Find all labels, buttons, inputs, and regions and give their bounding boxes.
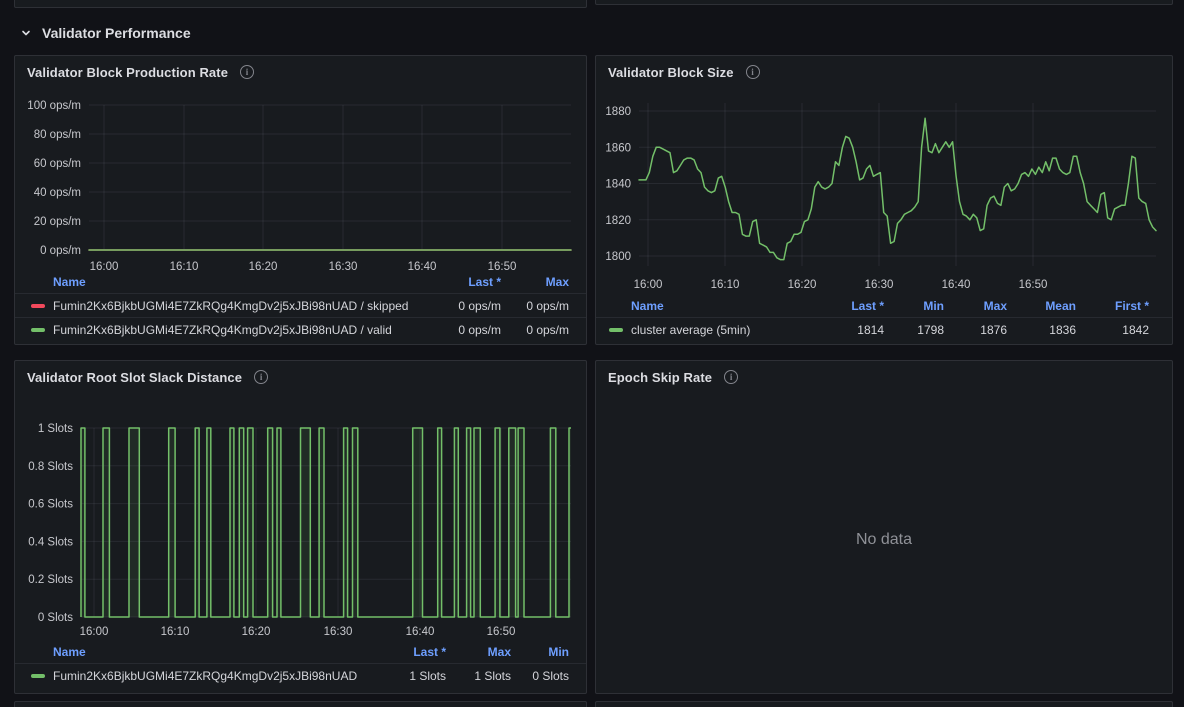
panel-header[interactable]: Epoch Skip Rate i — [596, 361, 1172, 393]
svg-text:16:40: 16:40 — [406, 626, 435, 638]
panel-block-size: Validator Block Size i 18801860184018201… — [595, 55, 1173, 345]
svg-text:16:50: 16:50 — [1019, 279, 1048, 291]
svg-text:0.6 Slots: 0.6 Slots — [28, 499, 73, 511]
svg-text:16:10: 16:10 — [161, 626, 190, 638]
series-name[interactable]: Fumin2Kx6BjkbUGMi4E7ZkRQg4KmgDv2j5xJBi98… — [31, 669, 381, 683]
series-swatch-green — [31, 674, 45, 678]
svg-text:0.8 Slots: 0.8 Slots — [28, 461, 73, 473]
svg-text:1820: 1820 — [605, 215, 631, 227]
partial-panel-top-right — [595, 0, 1173, 5]
series-last: 1814 — [824, 323, 884, 337]
row-title: Validator Performance — [42, 25, 191, 41]
svg-text:16:10: 16:10 — [711, 279, 740, 291]
legend-header-first[interactable]: First * — [1076, 299, 1149, 313]
legend-row: Fumin2Kx6BjkbUGMi4E7ZkRQg4KmgDv2j5xJBi98… — [15, 293, 586, 317]
svg-text:0 ops/m: 0 ops/m — [40, 245, 81, 257]
info-icon[interactable]: i — [254, 370, 268, 384]
legend-header-min[interactable]: Min — [884, 299, 944, 313]
row-header-validator-performance[interactable]: Validator Performance — [20, 22, 191, 44]
svg-text:40 ops/m: 40 ops/m — [34, 187, 81, 199]
panel-header[interactable]: Validator Root Slot Slack Distance i — [15, 361, 586, 393]
legend: Name Last * Max Fumin2Kx6BjkbUGMi4E7ZkRQ… — [15, 271, 586, 341]
series-swatch-green — [31, 328, 45, 332]
legend-header-last[interactable]: Last * — [824, 299, 884, 313]
series-mean: 1836 — [1007, 323, 1076, 337]
legend-header-name[interactable]: Name — [31, 275, 433, 289]
legend-header-mean[interactable]: Mean — [1007, 299, 1076, 313]
svg-text:1840: 1840 — [605, 179, 631, 191]
svg-text:16:30: 16:30 — [324, 626, 353, 638]
svg-text:100 ops/m: 100 ops/m — [27, 100, 81, 112]
legend-header-name[interactable]: Name — [609, 299, 824, 313]
panel-epoch-skip-rate: Epoch Skip Rate i No data — [595, 360, 1173, 694]
series-name[interactable]: Fumin2Kx6BjkbUGMi4E7ZkRQg4KmgDv2j5xJBi98… — [31, 323, 433, 337]
svg-text:0 Slots: 0 Slots — [38, 612, 73, 624]
panel-block-production-rate: Validator Block Production Rate i 100 op… — [14, 55, 587, 345]
svg-text:1860: 1860 — [605, 142, 631, 154]
legend-header-max[interactable]: Max — [501, 275, 569, 289]
svg-text:20 ops/m: 20 ops/m — [34, 216, 81, 228]
series-max: 0 ops/m — [501, 323, 569, 337]
panel-title: Epoch Skip Rate — [608, 370, 712, 385]
legend-header-min[interactable]: Min — [511, 645, 569, 659]
svg-text:16:00: 16:00 — [634, 279, 663, 291]
svg-text:60 ops/m: 60 ops/m — [34, 158, 81, 170]
legend-row: Fumin2Kx6BjkbUGMi4E7ZkRQg4KmgDv2j5xJBi98… — [15, 317, 586, 341]
block-size-chart[interactable]: 1880 1860 1840 1820 1800 16:00 16:10 16:20 16:30… — [596, 56, 1174, 298]
svg-text:16:20: 16:20 — [788, 279, 817, 291]
panel-header[interactable]: Validator Block Size i — [596, 56, 1172, 88]
series-last: 0 ops/m — [433, 323, 501, 337]
svg-text:16:20: 16:20 — [242, 626, 271, 638]
svg-text:16:00: 16:00 — [80, 626, 109, 638]
partial-panel-bottom-left — [14, 701, 587, 707]
series-last: 0 ops/m — [433, 299, 501, 313]
panel-title: Validator Root Slot Slack Distance — [27, 370, 242, 385]
panel-title: Validator Block Production Rate — [27, 65, 228, 80]
svg-text:80 ops/m: 80 ops/m — [34, 129, 81, 141]
info-icon[interactable]: i — [724, 370, 738, 384]
legend-row: cluster average (5min) 1814 1798 1876 18… — [596, 317, 1172, 341]
slack-distance-chart[interactable]: 1 Slots 0.8 Slots 0.6 Slots 0.4 Slots 0.2 Sl… — [15, 361, 588, 643]
series-max: 1 Slots — [446, 669, 511, 683]
legend: Name Last * Min Max Mean First * cluster… — [596, 295, 1172, 341]
info-icon[interactable]: i — [746, 65, 760, 79]
legend-header-max[interactable]: Max — [944, 299, 1007, 313]
series-first: 1842 — [1076, 323, 1149, 337]
series-last: 1 Slots — [381, 669, 446, 683]
svg-text:16:30: 16:30 — [865, 279, 894, 291]
svg-text:1880: 1880 — [605, 106, 631, 118]
series-min: 0 Slots — [511, 669, 569, 683]
series-name[interactable]: cluster average (5min) — [609, 323, 824, 337]
info-icon[interactable]: i — [240, 65, 254, 79]
partial-panel-top-left — [14, 0, 587, 8]
block-production-chart[interactable]: 100 ops/m 80 ops/m 60 ops/m 40 ops/m 20 ops/… — [15, 56, 588, 286]
series-min: 1798 — [884, 323, 944, 337]
legend-header-last[interactable]: Last * — [433, 275, 501, 289]
svg-text:0.4 Slots: 0.4 Slots — [28, 536, 73, 548]
svg-text:16:50: 16:50 — [487, 626, 516, 638]
legend: Name Last * Max Min Fumin2Kx6BjkbUGMi4E7… — [15, 641, 586, 687]
series-max: 0 ops/m — [501, 299, 569, 313]
svg-text:0.2 Slots: 0.2 Slots — [28, 574, 73, 586]
series-swatch-green — [609, 328, 623, 332]
svg-text:1 Slots: 1 Slots — [38, 423, 73, 435]
panel-slack-distance: Validator Root Slot Slack Distance i 1 S… — [14, 360, 587, 694]
legend-row: Fumin2Kx6BjkbUGMi4E7ZkRQg4KmgDv2j5xJBi98… — [15, 663, 586, 687]
series-name[interactable]: Fumin2Kx6BjkbUGMi4E7ZkRQg4KmgDv2j5xJBi98… — [31, 299, 433, 313]
svg-text:1800: 1800 — [605, 251, 631, 263]
panel-header[interactable]: Validator Block Production Rate i — [15, 56, 586, 88]
series-swatch-red — [31, 304, 45, 308]
partial-panel-bottom-right — [595, 701, 1173, 707]
legend-header-last[interactable]: Last * — [381, 645, 446, 659]
svg-text:16:40: 16:40 — [942, 279, 971, 291]
series-max: 1876 — [944, 323, 1007, 337]
legend-header-name[interactable]: Name — [31, 645, 381, 659]
panel-title: Validator Block Size — [608, 65, 734, 80]
legend-header-max[interactable]: Max — [446, 645, 511, 659]
no-data-message: No data — [596, 531, 1172, 549]
chevron-down-icon — [20, 27, 32, 39]
